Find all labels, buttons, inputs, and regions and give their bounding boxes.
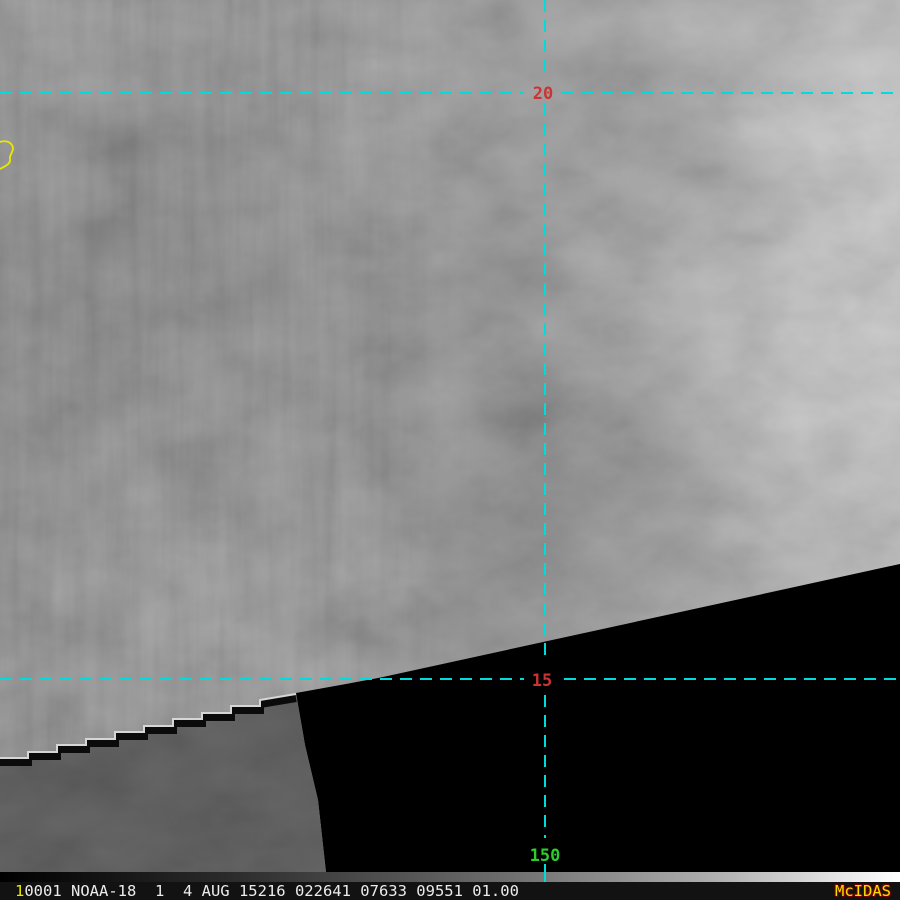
- grayscale-wedge: [0, 872, 900, 882]
- mcidas-brand-label: McIDAS: [835, 882, 891, 900]
- status-bar: 10001 NOAA-18 1 4 AUG 15216 022641 07633…: [0, 882, 900, 900]
- satellite-image-canvas[interactable]: 20 15 150: [0, 0, 900, 872]
- mcidas-display-window: 20 15 150 10001 NOAA-18 1 4 AUG 15216 02…: [0, 0, 900, 900]
- image-status-text: 10001 NOAA-18 1 4 AUG 15216 022641 07633…: [15, 882, 519, 900]
- frame-number: 1: [15, 882, 25, 900]
- lat-label-15: 15: [532, 671, 552, 691]
- wedge-cursor-tick: [544, 872, 546, 882]
- lon-label-150: 150: [530, 846, 561, 866]
- image-info: 0001 NOAA-18 1 4 AUG 15216 022641 07633 …: [24, 882, 519, 900]
- lat-label-20: 20: [533, 84, 553, 104]
